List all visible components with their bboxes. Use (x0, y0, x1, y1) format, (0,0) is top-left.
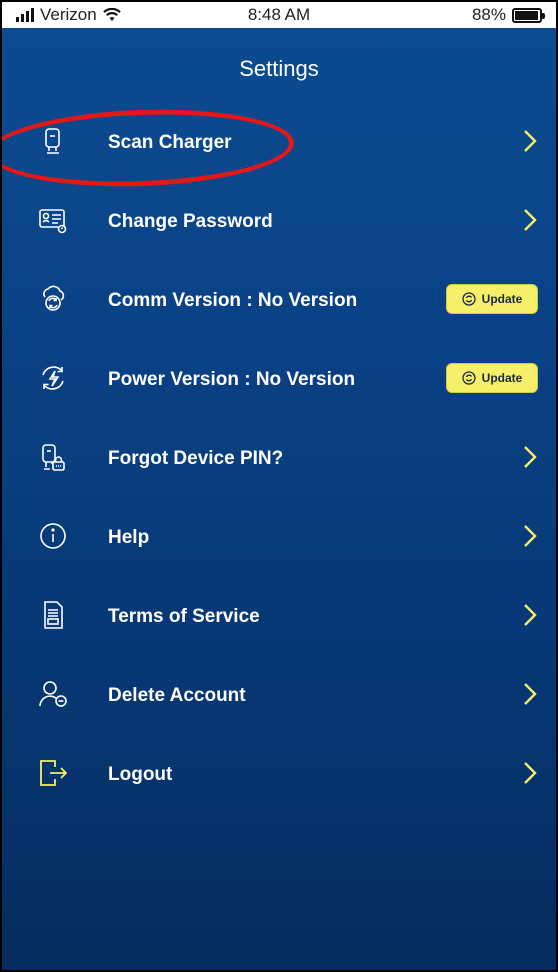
chevron-right-icon (524, 762, 537, 784)
document-icon (38, 600, 68, 630)
chevron-right-icon (524, 130, 537, 152)
refresh-icon (462, 371, 476, 385)
chevron-right-icon (524, 209, 537, 231)
battery-icon (512, 7, 545, 23)
menu-item-change-password[interactable]: Change Password (2, 181, 556, 260)
chevron-right-icon (524, 683, 537, 705)
menu-item-label: Logout (108, 764, 173, 785)
menu-item-help[interactable]: Help (2, 497, 556, 576)
charger-lock-icon (38, 442, 68, 472)
chevron-right-icon (524, 446, 537, 468)
logout-icon (38, 758, 68, 788)
info-icon (38, 521, 68, 551)
update-comm-button[interactable]: Update (446, 284, 538, 314)
menu-item-terms-of-service[interactable]: Terms of Service (2, 576, 556, 655)
chevron-right-icon (524, 525, 537, 547)
settings-menu: Scan Charger Change Password Comm Versio… (2, 102, 556, 813)
id-card-icon (38, 205, 68, 235)
menu-item-label: Power Version : No Version (108, 369, 356, 390)
status-right: 88% (471, 5, 545, 25)
menu-item-delete-account[interactable]: Delete Account (2, 655, 556, 734)
chevron-right-icon (524, 604, 537, 626)
menu-item-label: Delete Account (108, 685, 246, 706)
settings-screen: Verizon 8:48 AM 88% Settings Scan Charge… (2, 2, 556, 970)
status-bar: Verizon 8:48 AM 88% (2, 2, 556, 28)
user-remove-icon (38, 679, 68, 709)
power-sync-icon (38, 363, 68, 393)
menu-item-power-version: Power Version : No Version Update (2, 339, 556, 418)
menu-item-forgot-device-pin[interactable]: Forgot Device PIN? (2, 418, 556, 497)
update-label: Update (481, 371, 523, 385)
update-label: Update (481, 292, 523, 306)
menu-item-comm-version: Comm Version : No Version Update (2, 260, 556, 339)
menu-item-scan-charger[interactable]: Scan Charger (2, 102, 556, 181)
charger-icon (38, 126, 68, 156)
menu-item-label: Forgot Device PIN? (108, 448, 284, 469)
refresh-icon (462, 292, 476, 306)
device-frame: Verizon 8:48 AM 88% Settings Scan Charge… (0, 0, 558, 972)
battery-percent: 88% (471, 5, 506, 24)
menu-item-label: Change Password (108, 211, 273, 232)
menu-item-label: Scan Charger (108, 132, 232, 153)
cloud-sync-icon (38, 284, 68, 314)
menu-item-logout[interactable]: Logout (2, 734, 556, 813)
menu-item-label: Comm Version : No Version (108, 290, 358, 311)
menu-item-label: Help (108, 527, 150, 548)
page-title: Settings (239, 56, 319, 81)
menu-item-label: Terms of Service (108, 606, 260, 627)
update-power-button[interactable]: Update (446, 363, 538, 393)
